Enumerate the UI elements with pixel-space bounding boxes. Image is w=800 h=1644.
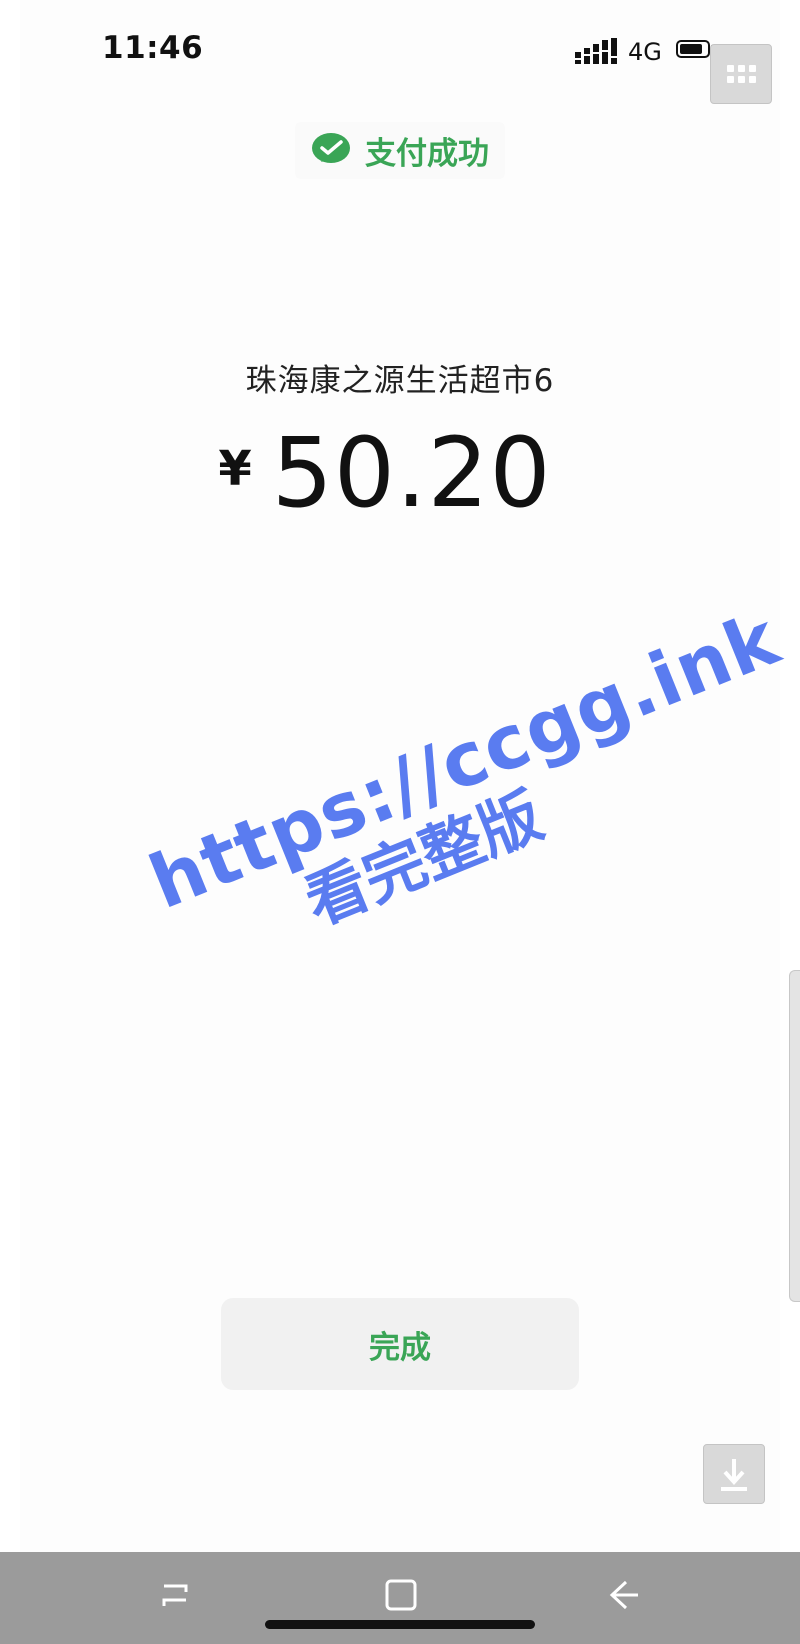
payment-amount: ¥ 50.20 <box>0 425 800 521</box>
navigation-bar <box>0 1552 800 1644</box>
grid-menu-icon[interactable] <box>710 44 772 104</box>
grid-dot <box>726 76 734 83</box>
wechat-pay-icon <box>312 133 350 163</box>
battery-level <box>680 44 702 54</box>
edge-panel-handle[interactable] <box>789 970 800 1302</box>
home-icon[interactable] <box>376 1572 426 1618</box>
status-bar: 11:46 4G <box>0 0 800 100</box>
amount-value: 50.20 <box>271 417 552 529</box>
signal-strength-icon <box>575 38 617 64</box>
done-button[interactable]: 完成 <box>221 1298 579 1390</box>
watermark-url: https://ccgg.ink <box>138 595 791 927</box>
download-arrow-icon <box>721 1459 747 1491</box>
grid-dot <box>748 76 756 83</box>
grid-dot <box>737 65 745 72</box>
recent-apps-icon[interactable] <box>152 1572 202 1618</box>
currency-symbol: ¥ <box>218 441 252 497</box>
download-icon[interactable] <box>703 1444 765 1504</box>
home-indicator[interactable] <box>265 1620 535 1629</box>
back-icon[interactable] <box>600 1572 650 1618</box>
left-bezel <box>0 0 20 1644</box>
status-time: 11:46 <box>102 30 204 66</box>
grid-dot <box>748 65 756 72</box>
screen: 11:46 4G 支付成功 珠海康之源生活超市6 ¥ 50.20 https:/… <box>0 0 800 1644</box>
watermark: https://ccgg.ink 看完整版 <box>138 595 791 996</box>
grid-dot <box>726 65 734 72</box>
network-type: 4G <box>628 38 662 66</box>
watermark-text: 看完整版 <box>295 778 553 940</box>
battery-icon <box>676 40 710 58</box>
right-bezel <box>780 0 800 1644</box>
merchant-name: 珠海康之源生活超市6 <box>245 363 555 399</box>
payment-success-header: 支付成功 <box>0 120 800 180</box>
grid-dot <box>737 76 745 83</box>
success-title: 支付成功 <box>365 135 489 172</box>
success-pill: 支付成功 <box>295 121 505 179</box>
